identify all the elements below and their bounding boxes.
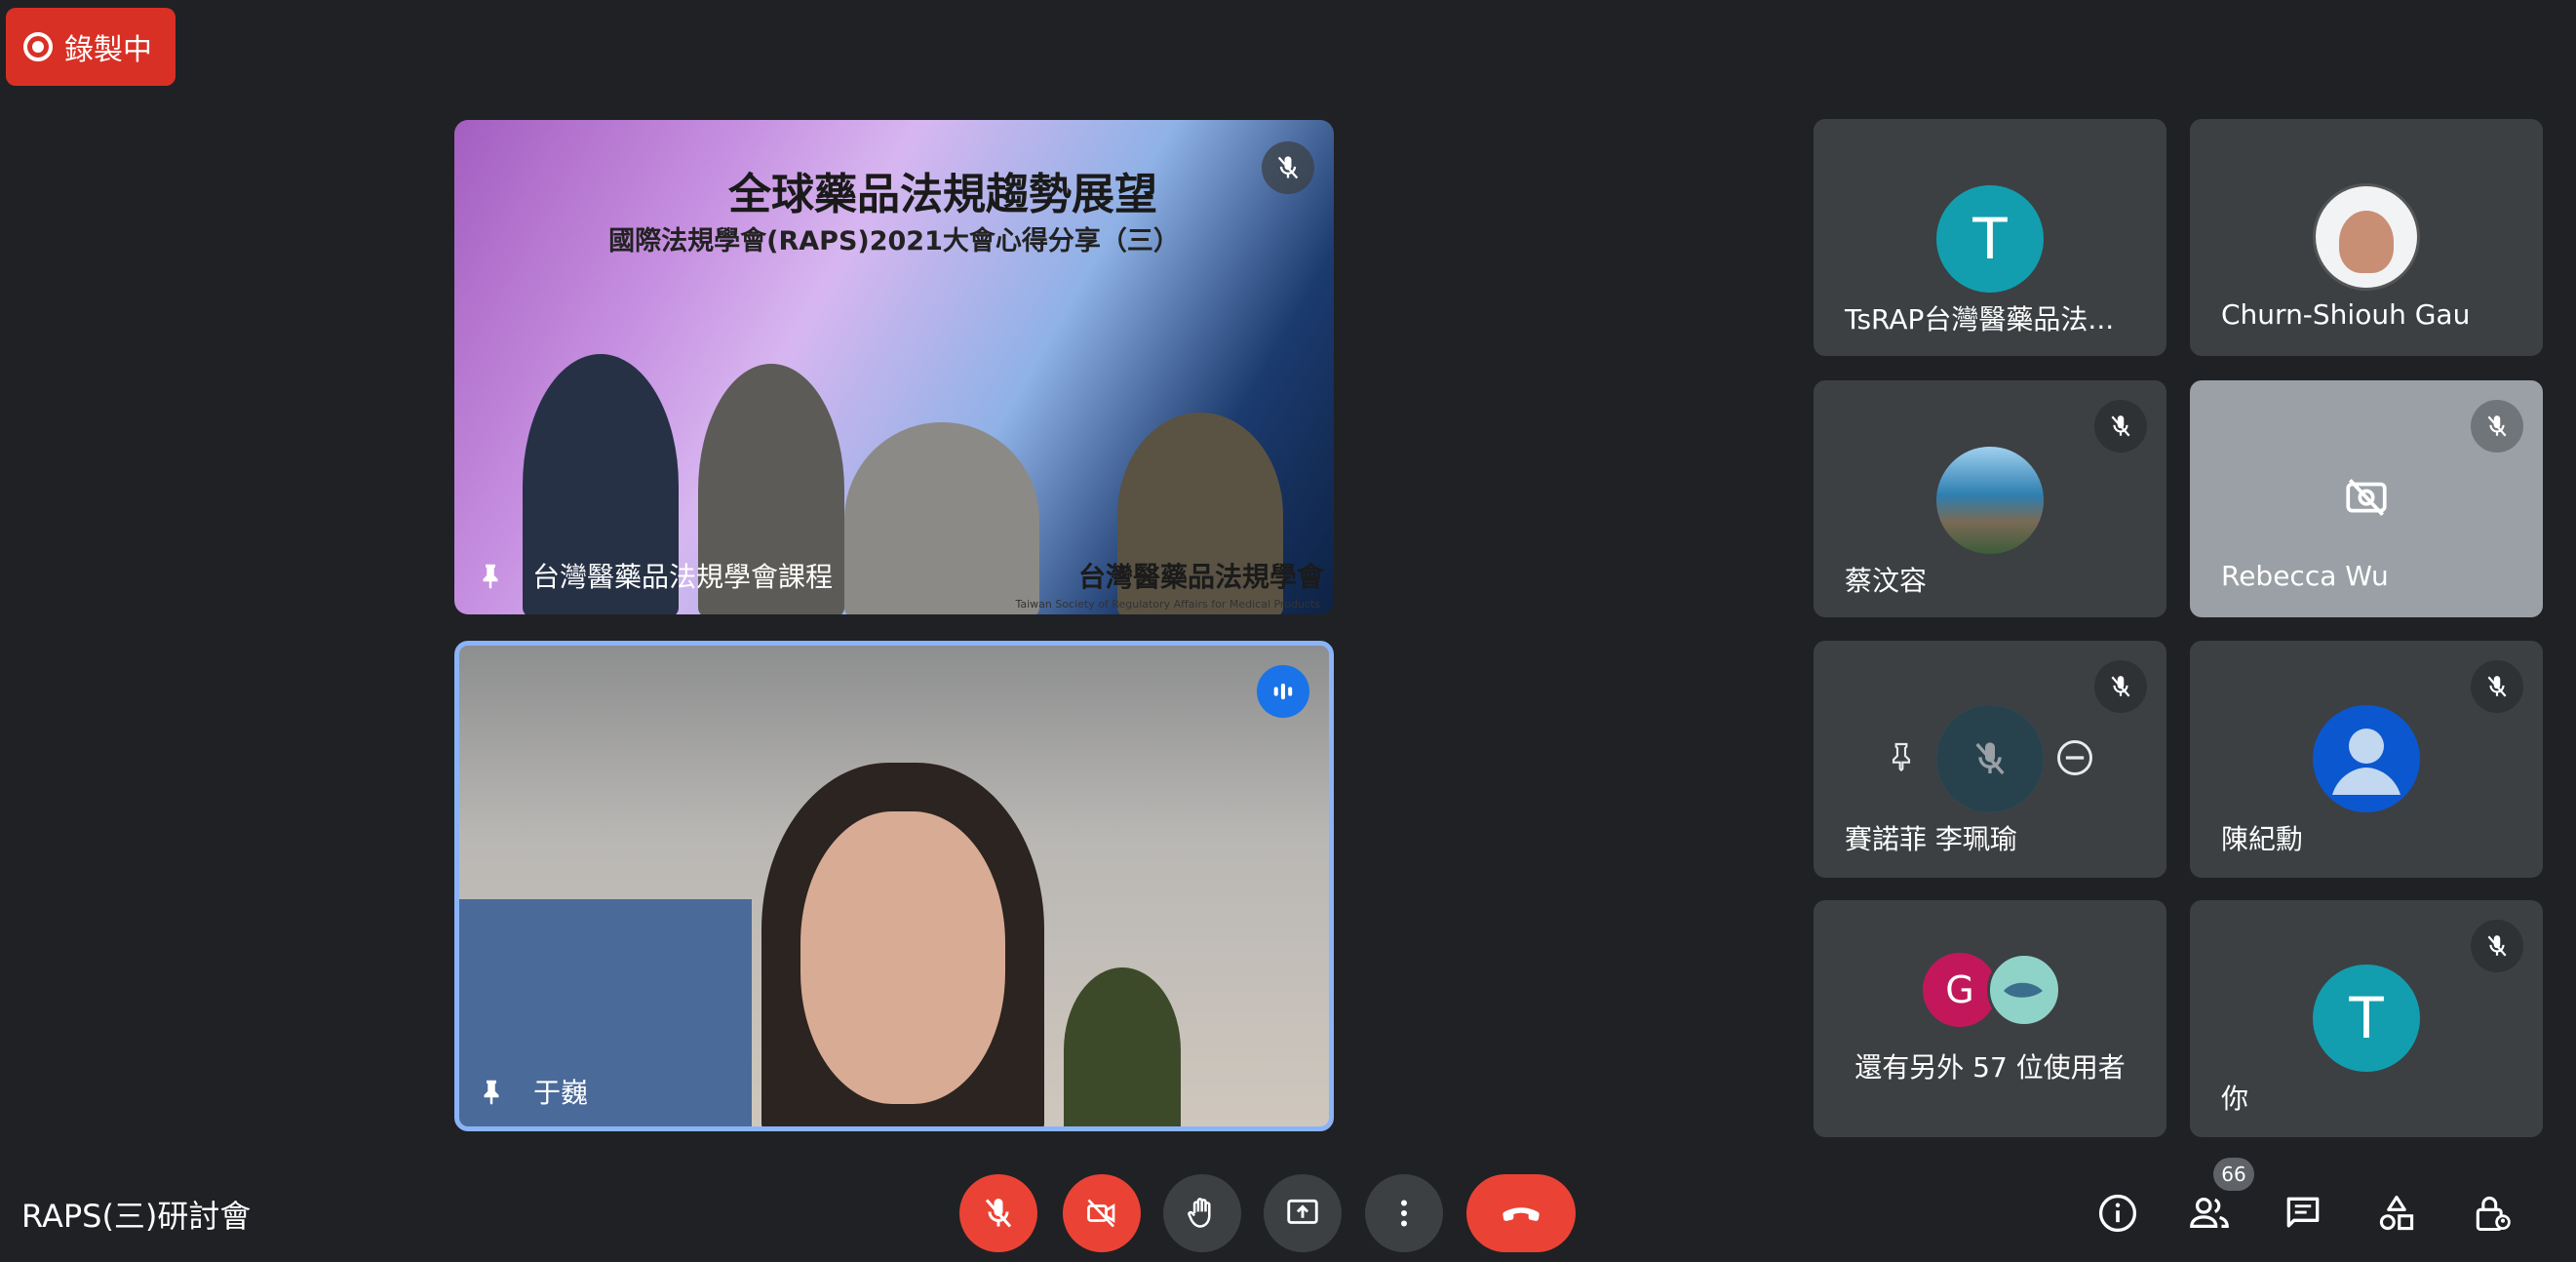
end-call-button[interactable] — [1466, 1174, 1576, 1252]
slide-org-name: 台灣醫藥品法規學會 — [1077, 561, 1324, 593]
pin-icon[interactable] — [1886, 736, 1917, 779]
mic-off-icon — [985, 1199, 1012, 1228]
recording-label: 錄製中 — [64, 33, 152, 67]
present-screen-icon — [1287, 1199, 1318, 1224]
avatar: G — [1923, 953, 1997, 1027]
remove-participant-icon[interactable] — [2053, 736, 2096, 783]
avatar — [1936, 447, 2044, 554]
mic-off-icon — [2094, 400, 2147, 453]
activities-icon — [2379, 1195, 2414, 1231]
speaker-tile[interactable]: 于巍 — [454, 641, 1334, 1131]
avatar: T — [1936, 185, 2044, 293]
recording-badge: 錄製中 — [6, 8, 176, 86]
default-avatar-icon — [2313, 705, 2420, 812]
more-options-button[interactable] — [1365, 1174, 1443, 1252]
pin-icon[interactable] — [477, 1075, 506, 1108]
slide-subtitle: 國際法規學會(RAPS)2021大會心得分享（三） — [608, 226, 1180, 256]
people-count-badge: 66 — [2213, 1158, 2254, 1191]
camera-off-icon — [2338, 472, 2395, 525]
more-vert-icon — [1401, 1200, 1407, 1227]
participant-tile[interactable]: 陳紀勳 — [2190, 641, 2543, 878]
call-end-icon — [1503, 1207, 1540, 1221]
participant-tile[interactable]: T 你 — [2190, 900, 2543, 1137]
presentation-tile[interactable]: 全球藥品法規趨勢展望 國際法規學會(RAPS)2021大會心得分享（三） 台灣醫… — [454, 120, 1334, 614]
participant-name: TsRAP台灣醫藥品法... — [1845, 303, 2115, 335]
avatar — [2313, 183, 2420, 291]
avatar: T — [2313, 965, 2420, 1072]
raise-hand-icon — [1188, 1198, 1211, 1228]
mute-participant-icon[interactable] — [1936, 705, 2044, 812]
participant-tile[interactable]: T TsRAP台灣醫藥品法... — [1814, 119, 2166, 356]
present-now-button[interactable] — [1264, 1174, 1342, 1252]
chat-button[interactable] — [2278, 1188, 2328, 1239]
speaker-face — [800, 811, 1005, 1104]
people-icon — [2190, 1197, 2229, 1229]
participant-tile[interactable]: 蔡汶容 — [1814, 380, 2166, 617]
activities-button[interactable] — [2371, 1188, 2422, 1239]
meeting-details-button[interactable] — [2092, 1188, 2143, 1239]
mic-toggle-button[interactable] — [959, 1174, 1037, 1252]
participant-name: 你 — [2221, 1083, 2249, 1115]
participant-tile[interactable]: Rebecca Wu — [2190, 380, 2543, 617]
avatar — [1987, 953, 2061, 1027]
camera-toggle-button[interactable] — [1063, 1174, 1141, 1252]
chat-icon — [2286, 1197, 2320, 1228]
speaker-name: 于巍 — [533, 1077, 589, 1109]
people-button[interactable] — [2184, 1188, 2235, 1239]
mic-off-icon — [2471, 660, 2523, 713]
host-controls-button[interactable] — [2467, 1188, 2517, 1239]
participant-name: 蔡汶容 — [1845, 565, 1928, 597]
participant-name: 陳紀勳 — [2221, 823, 2304, 855]
more-participants-label: 還有另外 57 位使用者 — [1854, 1051, 2126, 1084]
participant-tile[interactable]: 賽諾菲 李珮瑜 — [1814, 641, 2166, 878]
tile-name-row: 于巍 — [477, 1072, 588, 1111]
participant-name: 賽諾菲 李珮瑜 — [1845, 823, 2017, 855]
host-controls-icon — [2476, 1196, 2511, 1232]
meeting-title: RAPS(三)研討會 — [21, 1198, 252, 1235]
slide-org-name-en: Taiwan Society of Regulatory Affairs for… — [1015, 598, 1320, 611]
mic-off-icon — [2471, 920, 2523, 972]
tile-name-row: 台灣醫藥品法規學會課程 — [476, 556, 833, 595]
participant-tile[interactable]: G 還有另外 57 位使用者 — [1814, 900, 2166, 1137]
mic-off-icon — [2094, 660, 2147, 713]
presentation-name: 台灣醫藥品法規學會課程 — [532, 561, 834, 593]
info-icon — [2098, 1194, 2137, 1233]
mic-off-icon — [2471, 400, 2523, 453]
participant-name: Churn-Shiouh Gau — [2221, 298, 2471, 331]
record-icon — [23, 32, 53, 61]
mic-off-icon — [1262, 141, 1314, 194]
pin-icon[interactable] — [476, 559, 505, 592]
slide-title: 全球藥品法規趨勢展望 — [728, 170, 1157, 219]
speaking-indicator-icon — [1257, 665, 1309, 718]
raise-hand-button[interactable] — [1163, 1174, 1241, 1252]
participant-name: Rebecca Wu — [2221, 560, 2389, 592]
participant-tile[interactable]: Churn-Shiouh Gau — [2190, 119, 2543, 356]
person-figure — [844, 422, 1039, 614]
videocam-off-icon — [1087, 1199, 1115, 1228]
bonsai-plant — [1064, 967, 1181, 1126]
